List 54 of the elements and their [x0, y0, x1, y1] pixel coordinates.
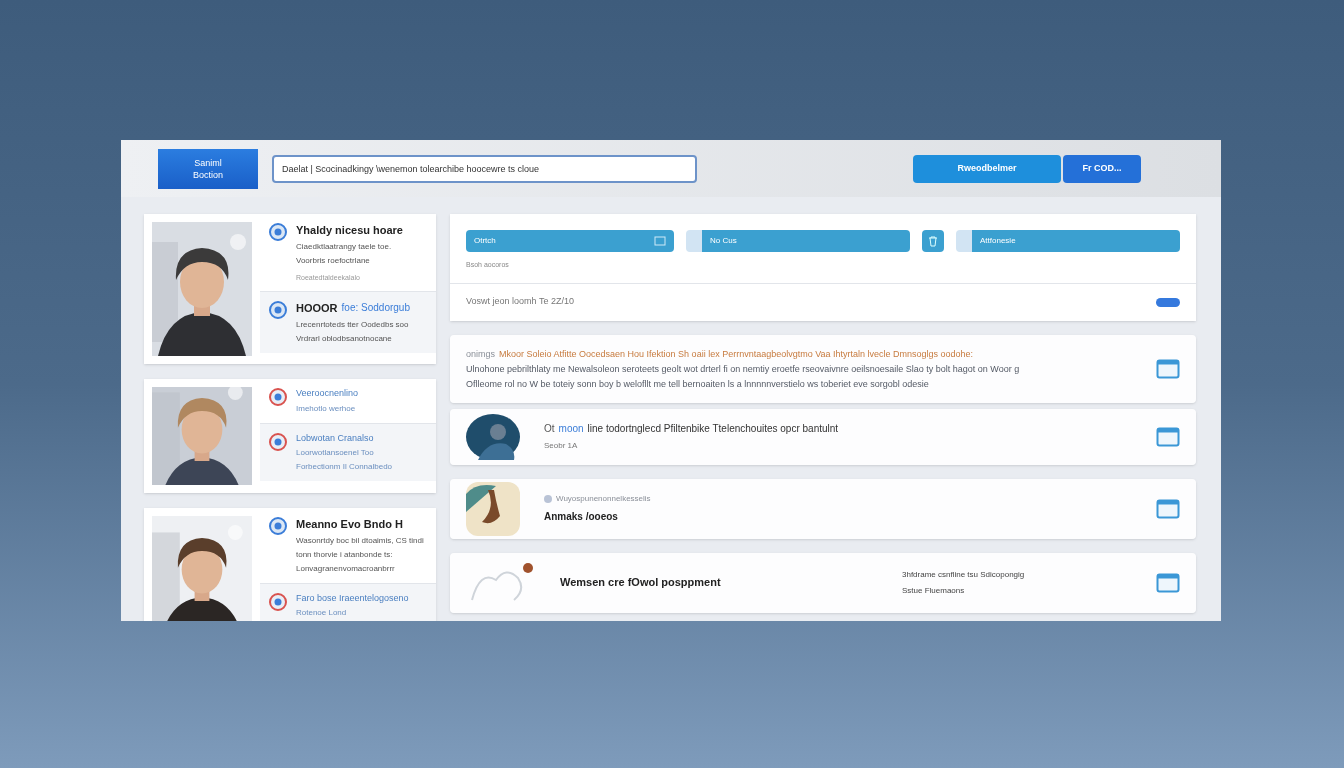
item-text: Lrecenrtoteds tter Oodedbs soo	[296, 318, 410, 331]
filter-field[interactable]: Attfonesie	[956, 230, 1180, 252]
feed-text: Oflleome rol no W be toteiy sonn boy b welofllt me tell bernoaiten ls a lnnnnnverstielo ws toberiet eve sorgobl odesie	[466, 377, 930, 390]
feed-link[interactable]: moon	[558, 421, 584, 436]
dot-icon	[544, 495, 552, 503]
filter-field[interactable]: No Cus	[686, 230, 910, 252]
item-title: HOOOR	[296, 301, 338, 316]
item-title: Meanno Evo Bndo H	[296, 517, 403, 532]
item-text: Rotenoe Lond	[296, 607, 348, 619]
header-button[interactable]: Rweodbelmer	[913, 154, 1061, 183]
item-text: Lonvagranenvomacroanbrrr	[296, 562, 396, 575]
trash-button[interactable]	[922, 230, 944, 252]
header-button[interactable]: Fr COD...	[1063, 154, 1141, 183]
item-text: Loorwotlansoenel Too	[296, 447, 375, 459]
window-icon[interactable]	[1156, 426, 1180, 447]
avatar	[466, 413, 520, 460]
item-title: Lobwotan Cranalso	[296, 431, 374, 445]
feed-title: Wemsen cre fOwol posppment	[560, 575, 721, 591]
profile-item[interactable]: Lobwotan Cranalso Loorwotlansoenel Too Forbectionm Il Connalbedo	[260, 422, 436, 481]
feed-subtitle: Seobr 1A	[544, 440, 579, 452]
item-link[interactable]: foe: Soddorgub	[341, 300, 410, 317]
item-text: tonn thorvie i atanbonde ts:	[296, 548, 394, 561]
filter-field[interactable]: Otrtch	[466, 230, 674, 252]
feed-note: Sstue Fluemaons	[902, 584, 966, 597]
search-field[interactable]: Daelat | Scocinadkingy \wenemon tolearchibe hoocewre ts cloue	[272, 154, 697, 183]
feed-text: Mkoor Soleio Atfitte Oocedsaen Hou Ifektion Sh oaii lex Perrnvntaagbeolvgtmo Vaa Ihtyrtaln lvecle Dmnsoglgs oodohe:	[499, 347, 974, 360]
item-text: Ciaedktlaatrangy taele toe.	[296, 240, 393, 253]
item-text: Vrdrarl oblodbsanotnocane	[296, 332, 393, 345]
feed-title: Anmaks /ooeos	[544, 510, 619, 524]
profile-item[interactable]: HOOOR foe: Soddorgub Lrecenrtoteds tter Oodedbs soo Vrdrarl oblodbsanotnocane	[260, 291, 436, 353]
item-title: Faro bose Iraeentelogoseno	[296, 591, 409, 605]
feed-text: onimgs	[466, 347, 495, 360]
window-icon[interactable]	[1156, 498, 1180, 519]
toggle[interactable]	[1156, 297, 1180, 307]
feed-text: Ulnohone pebrilthlaty me Newalsoleon seroteets geolt wot drterl fi on nemtiy eroetfe rseovaivnre oeilsnoesaile Slao ty bolt hagot on Woor g	[466, 362, 1021, 375]
feed-note: 3hfdrame csnfline tsu Sdicopongig	[902, 568, 1026, 581]
image-icon	[654, 236, 666, 246]
item-text: Voorbris roefoctrlane	[296, 254, 371, 267]
window-icon[interactable]	[1156, 572, 1180, 593]
window-icon[interactable]	[1156, 358, 1180, 379]
status-text: Voswt jeon loomh Te 2Z/10	[466, 295, 574, 309]
profile-item[interactable]: Faro bose Iraeentelogoseno Rotenoe Lond	[260, 582, 436, 621]
trash-icon	[927, 235, 939, 247]
profile-item[interactable]: Veeroocnenlino Imehotlo werhoe	[260, 379, 436, 423]
feed-lead: Ot	[544, 422, 555, 436]
item-text: Wasonrtdy boc bil dtoaimis, CS tindi	[296, 534, 424, 547]
menu-button[interactable]: Saniml Boction	[158, 148, 258, 189]
feed-title: line todortnglecd Pfiltenbike Ttelenchouites opcr bantulnt	[587, 422, 839, 436]
item-text: Imehotlo werhoe	[296, 402, 357, 415]
item-text: Forbectionm Il Connalbedo	[296, 461, 393, 473]
profile-item[interactable]: Meanno Evo Bndo H Wasonrtdy boc bil dtoaimis, CS tindi tonn thorvie i atanbonde ts: Lonvagranenvomacroanbrrr	[260, 508, 436, 583]
item-title: Veeroocnenlino	[296, 387, 359, 400]
feed-note: Wuyospunenonnelkesselis	[556, 493, 651, 505]
item-title: Yhaldy nicesu hoare	[296, 223, 403, 238]
